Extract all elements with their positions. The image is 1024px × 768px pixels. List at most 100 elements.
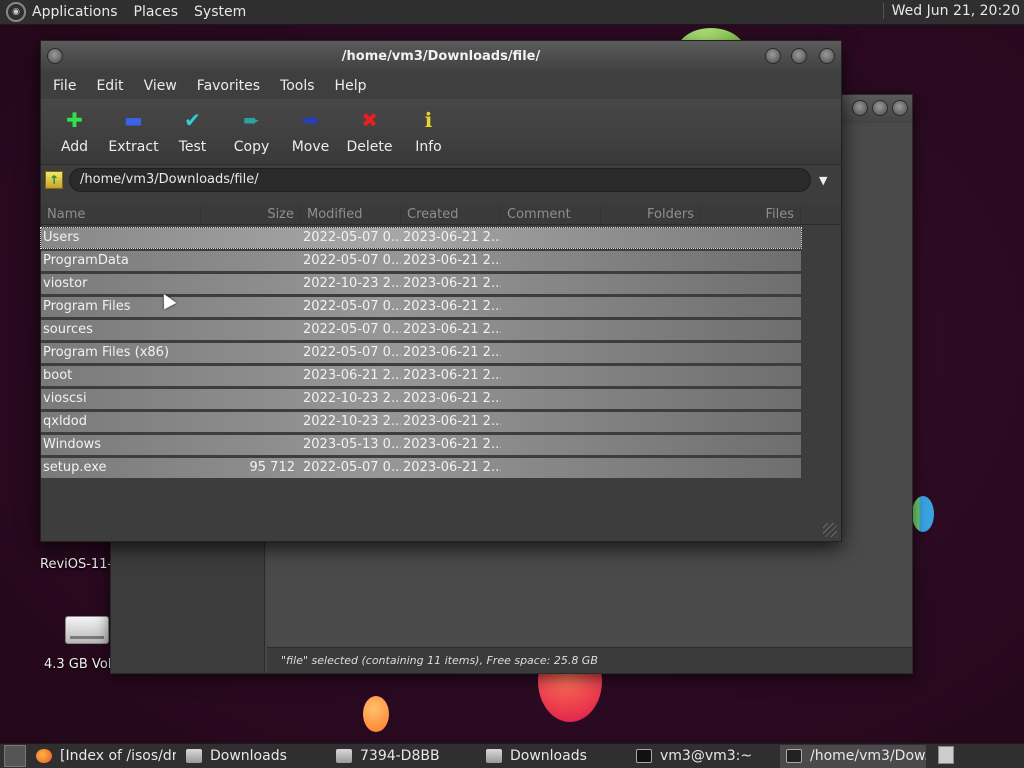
window-title: /home/vm3/Downloads/file/ [341,49,541,64]
cell-empty [501,343,801,363]
table-row[interactable]: Program Files (x86) 2022-05-07 0... 2023-0… [41,343,801,363]
cell-created: 2023-06-21 2... [403,437,501,452]
info-button[interactable]: ℹ Info [399,99,458,164]
taskbar-button[interactable]: vm3@vm3:~ [630,745,776,768]
taskbar-button[interactable]: 7394-D8BB [330,745,476,768]
menu-favorites[interactable]: Favorites [197,78,260,94]
taskbar-button-label: Downloads [210,748,287,764]
close-button-icon[interactable] [819,48,835,64]
cell-name: vioscsi [43,391,87,406]
cell-name: setup.exe [43,460,107,475]
taskbar: [Index of /isos/dr... Downloads 7394-D8BB D… [0,743,1024,768]
info-icon: ℹ [424,108,433,132]
cell-modified: 2022-05-07 0... [303,460,401,475]
cell-modified: 2023-05-13 0... [303,437,401,452]
cell-size [201,366,301,386]
move-button[interactable]: ➡ Move [281,99,340,164]
menu-help[interactable]: Help [335,78,367,94]
cell-modified: 2022-05-07 0... [303,253,401,268]
show-desktop-button[interactable] [4,745,26,767]
window-menu-button-icon[interactable] [47,48,63,64]
taskbar-button[interactable]: /home/vm3/Dow... [780,744,926,768]
test-button[interactable]: ✔ Test [163,99,222,164]
desktop-icon-volume-label[interactable]: 4.3 GB Volu [44,657,112,672]
table-row[interactable]: Program Files 2022-05-07 0... 2023-06-21 2… [41,297,801,317]
taskbar-button[interactable]: [Index of /isos/dr... [30,745,176,768]
folder-icon [336,749,352,763]
cell-created: 2023-06-21 2... [403,322,501,337]
location-bar: ↑ /home/vm3/Downloads/file/ ▼ [41,165,841,195]
column-header-comment[interactable]: Comment [501,205,601,224]
taskbar-button-label: vm3@vm3:~ [660,748,753,764]
cell-empty [501,251,801,271]
cell-size [201,251,301,271]
extract-button[interactable]: ▬ Extract [104,99,163,164]
window-titlebar[interactable]: /home/vm3/Downloads/file/ [41,41,841,73]
delete-button[interactable]: ✖ Delete [340,99,399,164]
minimize-button-icon[interactable] [765,48,781,64]
file-list-header: Name Size Modified Created Comment Folde… [41,205,841,225]
move-arrow-icon: ➡ [302,108,319,132]
drive-icon[interactable] [65,616,109,644]
add-button[interactable]: ✚ Add [45,99,104,164]
table-row[interactable]: vioscsi 2022-10-23 2... 2023-06-21 2... [41,389,801,409]
cell-modified: 2022-05-07 0... [303,345,401,360]
cell-modified: 2023-06-21 2... [303,368,401,383]
cell-created: 2023-06-21 2... [403,368,501,383]
places-menu[interactable]: Places [134,4,179,20]
column-header-folders[interactable]: Folders [601,205,701,224]
cell-empty [501,228,801,248]
table-row[interactable]: boot 2023-06-21 2... 2023-06-21 2... [41,366,801,386]
chevron-down-icon[interactable]: ▼ [819,174,827,187]
location-input[interactable]: /home/vm3/Downloads/file/ [69,168,811,192]
menu-edit[interactable]: Edit [96,78,123,94]
desktop-icon-revios-label[interactable]: ReviOS-11-2 [40,557,112,572]
system-menu[interactable]: System [194,4,246,20]
minimize-button-icon[interactable] [852,100,868,116]
distro-logo-icon[interactable]: ◉ [6,2,26,22]
cell-created: 2023-06-21 2... [403,299,501,314]
column-header-files[interactable]: Files [701,205,801,224]
column-header-name[interactable]: Name [41,205,201,224]
cell-empty [501,458,801,478]
firefox-icon [36,749,52,763]
cell-size [201,389,301,409]
toolbar: ✚ Add ▬ Extract ✔ Test ➨ Copy ➡ Move ✖ D… [41,99,841,165]
table-row[interactable]: setup.exe 95 712 2022-05-07 0... 2023-06-21… [41,458,801,478]
table-row[interactable]: ProgramData 2022-05-07 0... 2023-06-21 2..… [41,251,801,271]
column-header-modified[interactable]: Modified [301,205,401,224]
table-row[interactable]: sources 2022-05-07 0... 2023-06-21 2... [41,320,801,340]
taskbar-button[interactable]: Downloads [480,745,626,768]
delete-x-icon: ✖ [361,108,378,132]
extract-label: Extract [108,139,159,155]
resize-grip-icon[interactable] [823,523,837,537]
cell-size [201,274,301,294]
panel-clock[interactable]: Wed Jun 21, 20:20 [882,3,1020,19]
table-row[interactable]: Users 2022-05-07 0... 2023-06-21 2... [40,227,802,249]
maximize-button-icon[interactable] [791,48,807,64]
info-label: Info [415,139,442,155]
cell-empty [501,389,801,409]
menu-file[interactable]: File [53,78,76,94]
column-header-created[interactable]: Created [401,205,501,224]
table-row[interactable]: Windows 2023-05-13 0... 2023-06-21 2... [41,435,801,455]
menu-view[interactable]: View [144,78,177,94]
trash-icon[interactable] [938,746,954,764]
table-row[interactable]: viostor 2022-10-23 2... 2023-06-21 2... [41,274,801,294]
table-row[interactable]: qxldod 2022-10-23 2... 2023-06-21 2... [41,412,801,432]
maximize-button-icon[interactable] [872,100,888,116]
taskbar-button[interactable]: Downloads [180,745,326,768]
file-list-body: Users 2022-05-07 0... 2023-06-21 2... Progr… [40,225,841,478]
minus-icon: ▬ [124,108,143,132]
cell-modified: 2022-05-07 0... [303,299,401,314]
archive-manager-window: /home/vm3/Downloads/file/ File Edit View… [40,40,842,542]
copy-button[interactable]: ➨ Copy [222,99,281,164]
cell-created: 2023-06-21 2... [403,230,501,245]
column-header-size[interactable]: Size [201,205,301,224]
close-button-icon[interactable] [892,100,908,116]
cell-modified: 2022-05-07 0... [303,230,401,245]
up-folder-icon[interactable]: ↑ [45,171,63,189]
menu-tools[interactable]: Tools [280,78,315,94]
applications-menu[interactable]: Applications [32,4,118,20]
terminal-icon [636,749,652,763]
